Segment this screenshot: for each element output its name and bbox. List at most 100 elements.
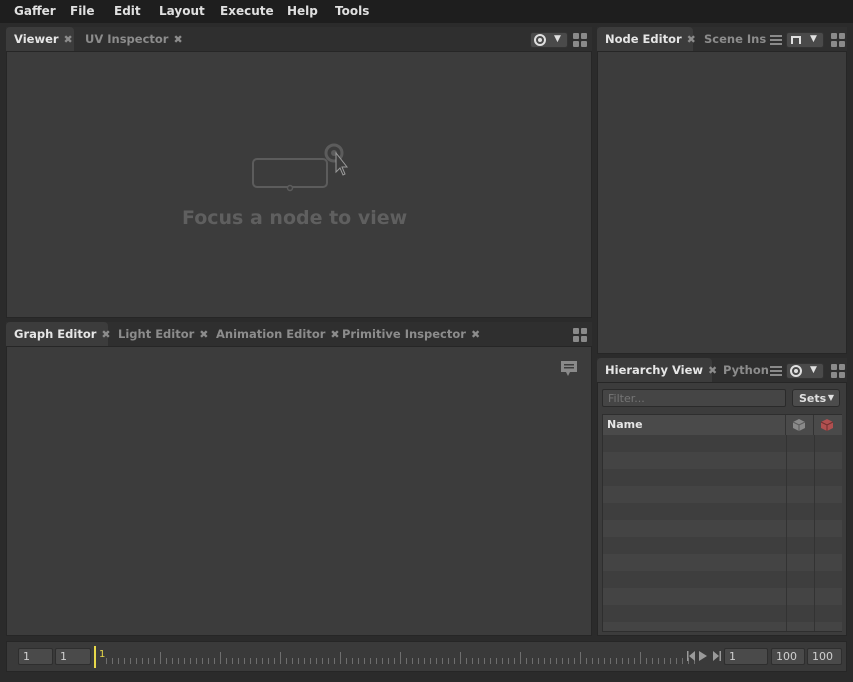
table-row [603,469,842,486]
visibility-icon [792,419,806,431]
timeline-tick [676,658,677,664]
tab-hierarchy-view[interactable]: Hierarchy View ✖ [597,358,717,383]
timeline-tick [412,658,413,664]
menu-tools[interactable]: Tools [335,4,369,18]
viewer-tabbar: Viewer ✖ UV Inspector ✖ ▼ [6,27,592,52]
column-divider [786,435,787,631]
tab-light-editor[interactable]: Light Editor ✖ [118,322,209,347]
table-row [603,486,842,503]
timeline-bar: 1 1 1 1 100 100 [6,641,847,672]
column-divider [814,435,815,631]
node-editor-options-button[interactable]: ▼ [786,32,824,48]
tab-label: Light Editor [118,327,195,341]
annotation-icon[interactable] [559,359,579,379]
menu-file[interactable]: File [70,4,95,18]
timeline-tick [424,658,425,664]
visibility-column-header[interactable] [786,415,814,435]
timeline-tick [682,658,683,664]
focus-target-button[interactable]: ▼ [786,363,824,379]
timeline-tick [106,658,107,664]
tab-node-editor[interactable]: Node Editor ✖ [597,27,696,52]
chevron-down-icon: ▼ [554,34,561,44]
layout-grid-icon[interactable] [573,33,587,47]
timeline-tick [130,658,131,664]
tab-graph-editor[interactable]: Graph Editor ✖ [6,322,111,347]
tab-animation-editor[interactable]: Animation Editor ✖ [216,322,340,347]
chevron-down-icon: ▼ [810,365,817,375]
timeline-tick [496,658,497,664]
timeline-tick [520,652,521,664]
timeline-tick [370,658,371,664]
filter-input[interactable] [602,389,786,407]
timeline-slider[interactable]: 1 [94,646,695,668]
timeline-tick [466,658,467,664]
start-frame-inner-field[interactable]: 1 [55,648,91,665]
close-icon[interactable]: ✖ [64,33,73,46]
menu-edit[interactable]: Edit [114,4,141,18]
layout-grid-icon[interactable] [831,33,845,47]
table-row [603,554,842,571]
menu-gaffer[interactable]: Gaffer [14,4,56,18]
start-frame-outer-field[interactable]: 1 [18,648,53,665]
end-frame-inner-field[interactable]: 100 [771,648,805,665]
menu-layout[interactable]: Layout [159,4,205,18]
render-icon [820,419,834,431]
menu-execute[interactable]: Execute [220,4,274,18]
table-row [603,622,842,631]
close-icon[interactable]: ✖ [101,328,110,341]
graph-editor-panel[interactable] [6,346,592,636]
hierarchy-tree[interactable]: Name [602,414,842,632]
hierarchy-tabbar: Hierarchy View ✖ Python ▼ [597,358,847,383]
tab-primitive-inspector[interactable]: Primitive Inspector ✖ [342,322,480,347]
layout-grid-icon[interactable] [831,364,845,378]
timeline-tick [526,658,527,664]
timeline-tick [616,658,617,664]
skip-to-end-icon[interactable] [712,650,722,662]
timeline-tick [124,658,125,664]
close-icon[interactable]: ✖ [687,33,696,46]
timeline-tick [562,658,563,664]
render-column-header[interactable] [814,415,842,435]
play-icon[interactable] [698,650,708,662]
tab-label: UV Inspector [85,32,169,46]
timeline-tick [226,658,227,664]
sets-label: Sets [799,392,827,405]
close-icon[interactable]: ✖ [708,364,717,377]
timeline-tick [628,658,629,664]
close-icon[interactable]: ✖ [471,328,480,341]
name-column-header[interactable]: Name [603,415,786,435]
timeline-tick [478,658,479,664]
viewer-panel[interactable]: Focus a node to view [6,51,592,318]
menu-help[interactable]: Help [287,4,318,18]
timeline-tick [274,658,275,664]
timeline-tick [196,658,197,664]
column-label: Name [607,418,643,431]
end-frame-outer-field[interactable]: 100 [807,648,842,665]
timeline-tick [148,658,149,664]
timeline-tick [646,658,647,664]
timeline-tick [352,658,353,664]
close-icon[interactable]: ✖ [173,33,182,46]
skip-to-start-icon[interactable] [686,650,696,662]
tab-label: Animation Editor [216,327,326,341]
tab-menu-icon[interactable] [770,35,782,45]
timeline-tick [268,658,269,664]
timeline-tick [214,658,215,664]
tab-menu-icon[interactable] [770,366,782,376]
tab-scene-inspector[interactable]: Scene Insp [704,27,766,52]
current-frame-field[interactable]: 1 [724,648,768,665]
focus-target-button[interactable]: ▼ [530,32,568,48]
sets-dropdown[interactable]: Sets ▼ [792,389,840,407]
node-editor-panel[interactable] [597,51,847,354]
timeline-tick [172,658,173,664]
current-frame-marker[interactable] [94,646,96,668]
close-icon[interactable]: ✖ [199,328,208,341]
tab-viewer[interactable]: Viewer ✖ [6,27,74,52]
close-icon[interactable]: ✖ [330,328,339,341]
layout-grid-icon[interactable] [573,328,587,342]
tab-uv-inspector[interactable]: UV Inspector ✖ [85,27,185,52]
timeline-tick [634,658,635,664]
timeline-tick [142,658,143,664]
tab-python[interactable]: Python [723,358,769,383]
timeline-tick [490,658,491,664]
